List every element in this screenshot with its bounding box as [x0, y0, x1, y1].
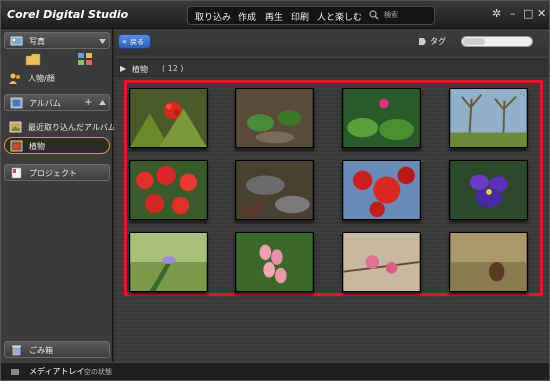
sidebar-item-people[interactable]: 人物/顔 [4, 70, 110, 87]
album-icon [10, 97, 23, 109]
back-arrow-icon: « [122, 37, 127, 46]
thumb-garden-stones[interactable] [235, 160, 314, 220]
back-button-label: 戻る [130, 38, 144, 46]
menu-share[interactable]: 人と楽しむ [317, 10, 362, 23]
sidebar-trash[interactable]: ごみ箱 [4, 341, 110, 358]
app-title: Corel Digital Studio [7, 8, 129, 21]
thumb-green-shoots[interactable] [235, 88, 314, 148]
recent-album-icon [9, 121, 22, 133]
sidebar: 写真 人物/顔 アルバム + 最近取り込んだアルバム 植物 プロジェクト ごみ箱 [1, 29, 116, 362]
expand-arrow-icon[interactable]: ▶ [120, 64, 126, 73]
photo-icon [10, 36, 23, 46]
sidebar-photos-label: 写真 [29, 37, 45, 46]
trash-icon [12, 345, 21, 356]
add-album-icon[interactable]: + [84, 97, 92, 108]
sidebar-item-plants[interactable]: 植物 [4, 137, 110, 154]
menu-import[interactable]: 取り込み [195, 10, 231, 23]
main-panel: « 戻る タグ ▶ 植物 ( 12 ) [114, 29, 549, 362]
thumb-crocus-bud[interactable] [129, 232, 208, 292]
chevron-up-icon[interactable] [99, 100, 106, 105]
search-icon[interactable] [369, 10, 379, 20]
media-tray-status: 空の状態 [84, 368, 112, 376]
thumb-pine-cone[interactable] [449, 232, 528, 292]
thumb-red-flower-buds[interactable] [129, 88, 208, 148]
calendar-grid-icon[interactable] [77, 52, 93, 66]
tag-label: タグ [430, 37, 446, 46]
sidebar-item-recent-albums[interactable]: 最近取り込んだアルバム [4, 119, 116, 136]
sidebar-section-photos[interactable]: 写真 [4, 32, 110, 49]
chevron-down-icon[interactable] [99, 39, 106, 44]
thumb-red-dahlias[interactable] [129, 160, 208, 220]
breadcrumb-count: ( 12 ) [162, 64, 184, 73]
sidebar-trash-label: ごみ箱 [29, 346, 53, 355]
main-toolbar: « 戻る タグ [114, 29, 549, 55]
settings-icon[interactable]: ✲ [492, 8, 501, 19]
menu-create[interactable]: 作成 [238, 10, 256, 23]
thumb-purple-pansy[interactable] [449, 160, 528, 220]
media-tray-bar[interactable]: メディアトレイ 空の状態 [1, 362, 549, 380]
menu-print[interactable]: 印刷 [291, 10, 309, 23]
sidebar-section-projects[interactable]: プロジェクト [4, 164, 110, 181]
minimize-button[interactable]: – [510, 8, 516, 19]
sidebar-people-label: 人物/顔 [28, 74, 55, 83]
thumb-pink-flower-leaves[interactable] [342, 88, 421, 148]
search-input[interactable]: 検索 [384, 10, 398, 20]
thumb-pink-buds[interactable] [342, 232, 421, 292]
sidebar-plants-label: 植物 [29, 142, 45, 151]
breadcrumb-label: 植物 [132, 65, 148, 74]
maximize-button[interactable]: □ [523, 8, 533, 19]
title-bar: Corel Digital Studio 取り込み 作成 再生 印刷 人と楽しむ… [1, 1, 549, 29]
sidebar-albums-label: アルバム [29, 99, 61, 108]
thumb-bare-trees[interactable] [449, 88, 528, 148]
zoom-slider-thumb[interactable] [463, 38, 485, 45]
back-button[interactable]: « 戻る [118, 34, 151, 49]
folder-icon[interactable] [25, 53, 41, 66]
media-tray-icon [11, 369, 19, 375]
sidebar-projects-label: プロジェクト [29, 169, 77, 178]
sidebar-recent-albums-label: 最近取り込んだアルバム [28, 123, 116, 132]
project-icon [11, 167, 22, 179]
media-tray-label: メディアトレイ [29, 367, 85, 376]
plant-album-icon [10, 140, 23, 152]
tag-icon [419, 38, 426, 45]
people-icon [9, 73, 20, 84]
menu-play[interactable]: 再生 [265, 10, 283, 23]
app-window: Corel Digital Studio 取り込み 作成 再生 印刷 人と楽しむ… [0, 0, 550, 381]
zoom-slider[interactable] [461, 36, 533, 47]
main-menubar: 取り込み 作成 再生 印刷 人と楽しむ 検索 [187, 6, 435, 25]
breadcrumb: ▶ 植物 ( 12 ) [114, 59, 549, 77]
close-button[interactable]: ✕ [537, 8, 546, 19]
sidebar-section-albums[interactable]: アルバム + [4, 94, 110, 111]
thumb-pink-bell-flowers[interactable] [235, 232, 314, 292]
thumb-red-berries-tree[interactable] [342, 160, 421, 220]
